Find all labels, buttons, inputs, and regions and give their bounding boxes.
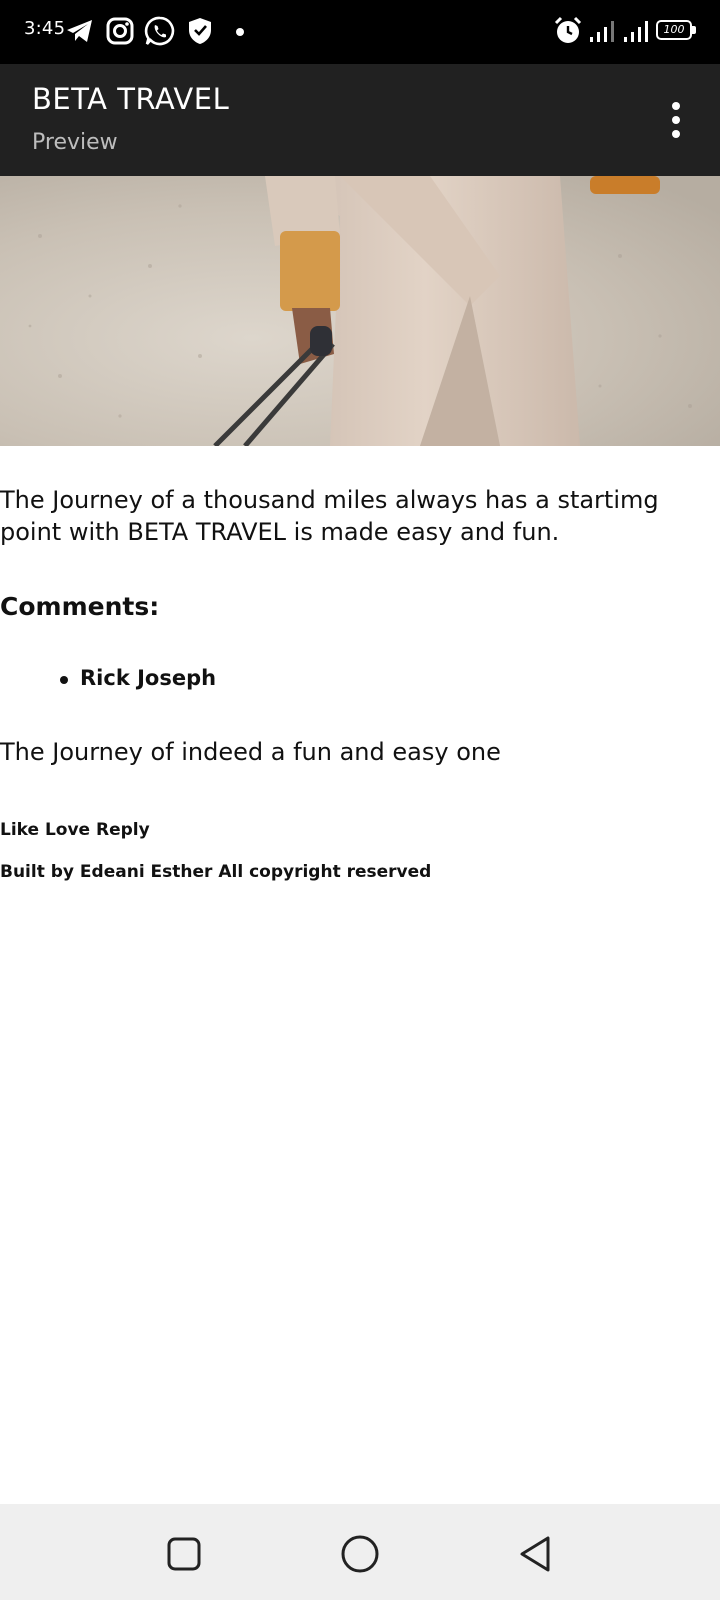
hero-image [0,176,720,446]
navigation-bar [0,1504,720,1600]
signal-icon [590,21,614,42]
status-time: 3:45 [24,18,66,39]
telegram-icon [67,20,92,42]
overflow-menu-icon[interactable] [660,96,692,144]
instagram-icon [106,17,134,45]
comment-text: The Journey of indeed a fun and easy one [0,738,501,766]
intro-paragraph: The Journey of a thousand miles always h… [0,486,659,546]
home-circle-icon[interactable] [338,1532,382,1576]
comment-actions: Like Love Reply [0,820,150,840]
footer-text: Built by Edeani Esther All copyright res… [0,862,432,882]
app-subtitle: Preview [32,130,118,155]
comment-list: Rick Joseph [56,666,216,690]
back-triangle-icon[interactable] [514,1532,558,1576]
bullet-icon [60,676,68,684]
battery-icon: 100 [656,20,696,42]
travel-photo [0,176,720,446]
reply-button[interactable]: Reply [96,820,150,840]
battery-level: 100 [663,23,685,36]
app-title: BETA TRAVEL [32,82,230,116]
shield-icon [189,18,211,44]
status-bar: 3:45 100 [0,0,720,64]
comments-heading: Comments: [0,592,160,621]
whatsapp-icon [144,16,175,46]
like-button[interactable]: Like [0,820,39,840]
alarm-icon [554,16,582,43]
signal-icon [624,21,648,42]
recents-square-icon[interactable] [162,1532,206,1576]
app-bar: BETA TRAVEL Preview [0,64,720,176]
dot-icon [236,28,244,36]
love-button[interactable]: Love [45,820,90,840]
comment-author-name: Rick Joseph [80,666,217,690]
comment-author: Rick Joseph [56,666,216,690]
